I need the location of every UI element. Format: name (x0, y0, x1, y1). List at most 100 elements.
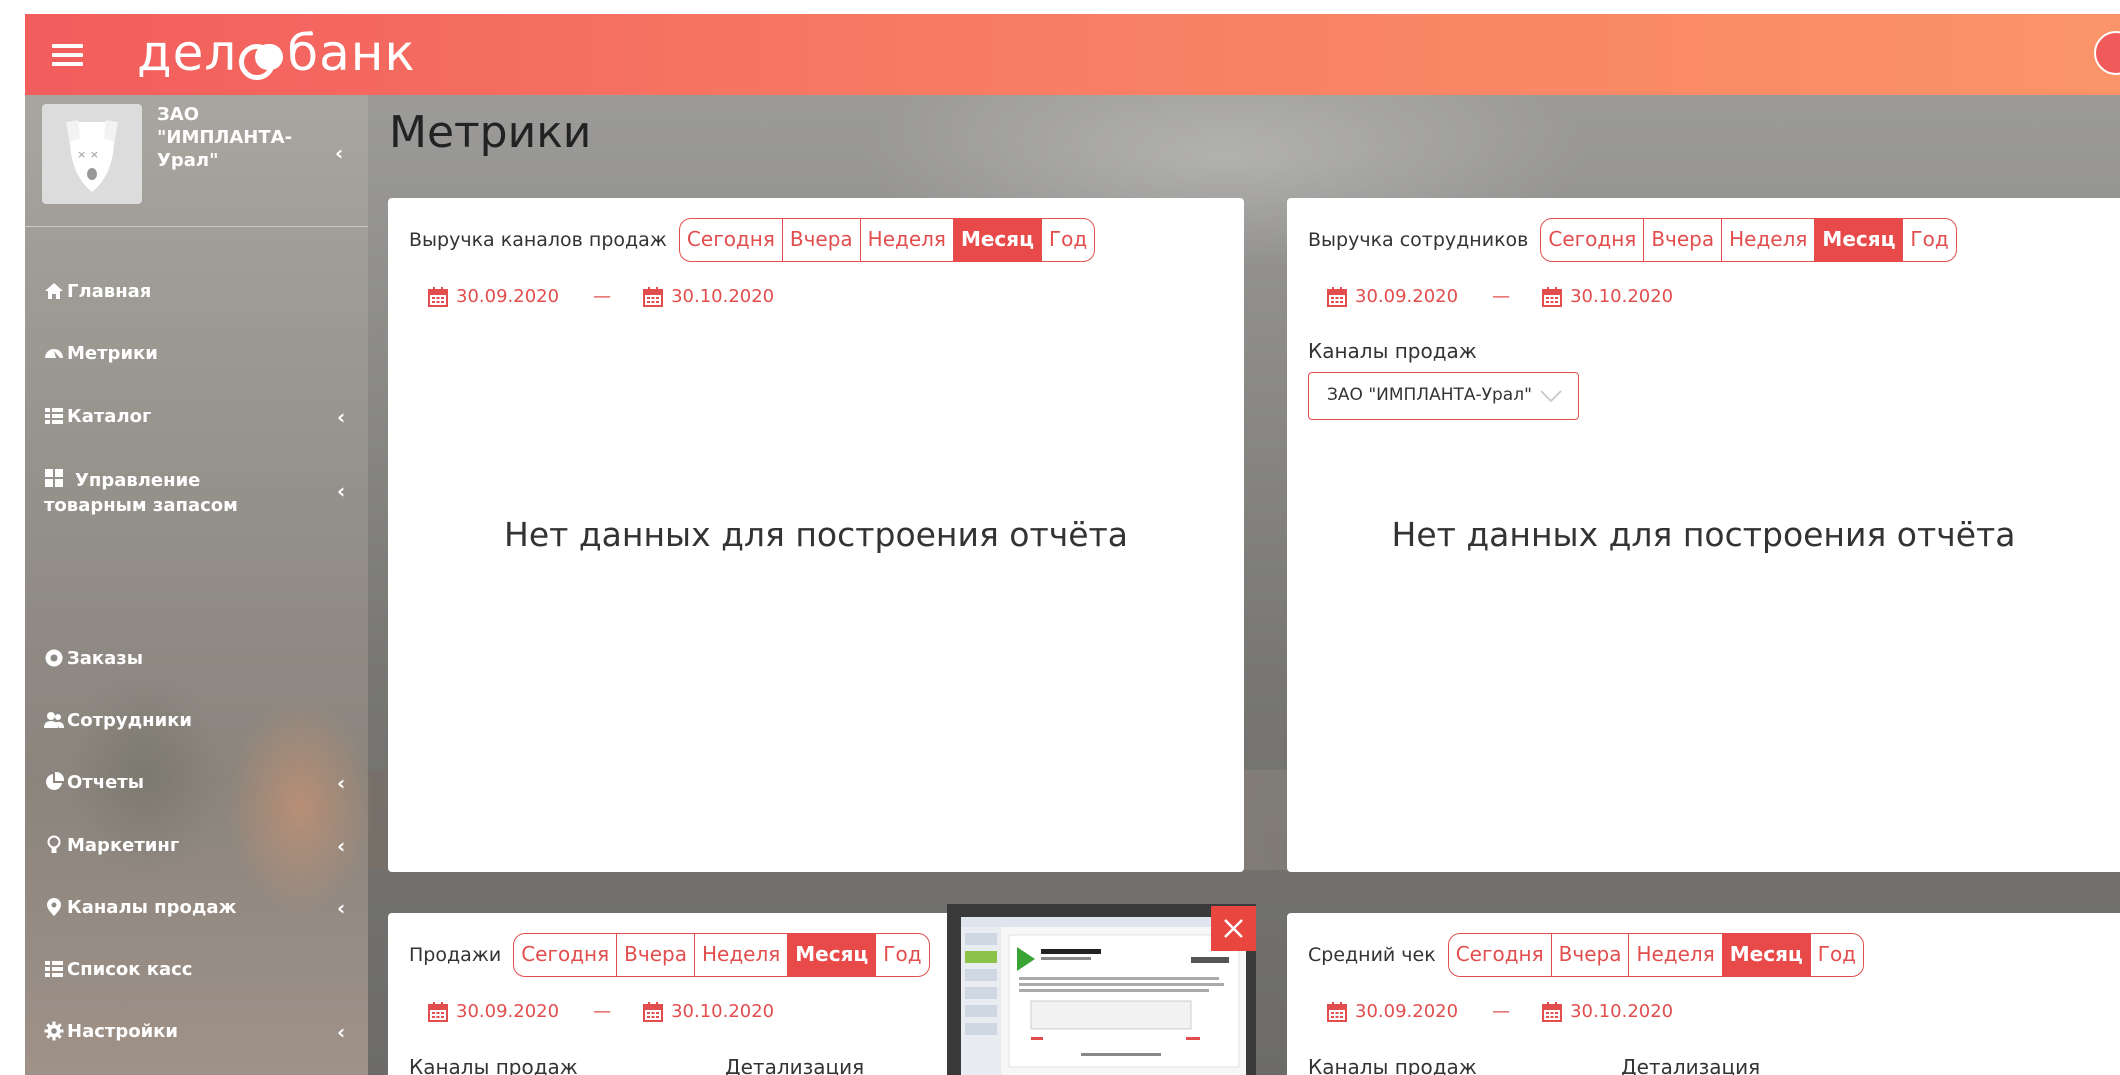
date-to[interactable]: 30.10.2020 (671, 1001, 774, 1022)
chevron-left-icon: ‹ (337, 405, 346, 429)
chevron-left-icon: ‹ (337, 1020, 346, 1044)
period-yesterday-button[interactable]: Вчера (1643, 219, 1721, 261)
calendar-icon[interactable] (428, 1001, 448, 1022)
pie-chart-icon (46, 772, 64, 790)
period-today-button[interactable]: Сегодня (1541, 219, 1643, 261)
close-icon (1224, 919, 1243, 938)
video-thumbnail[interactable] (947, 904, 1256, 1075)
logo-toggle-mark (239, 44, 285, 80)
lightbulb-icon (47, 835, 61, 853)
period-month-button[interactable]: Месяц (1721, 934, 1810, 976)
period-month-button[interactable]: Месяц (787, 934, 876, 976)
card-avg-check: Средний чек Сегодня Вчера Неделя Месяц Г… (1287, 913, 2120, 1075)
close-button[interactable] (1211, 906, 1256, 951)
card-title: Средний чек (1308, 944, 1436, 966)
gear-icon (44, 1021, 64, 1041)
date-separator: — (593, 286, 612, 307)
calendar-icon[interactable] (1327, 286, 1347, 307)
list-icon (45, 961, 63, 977)
top-bar: дел банк (25, 14, 2120, 95)
thumbnail-preview-image (961, 917, 1246, 1075)
logo-suffix: банк (287, 24, 416, 82)
period-year-button[interactable]: Год (1809, 934, 1863, 976)
avatar[interactable]: × × (42, 104, 142, 204)
card-channels-revenue: Выручка каналов продаж Сегодня Вчера Нед… (388, 198, 1244, 872)
date-to[interactable]: 30.10.2020 (1570, 1001, 1673, 1022)
logo-prefix: дел (137, 24, 238, 82)
period-week-button[interactable]: Неделя (859, 219, 953, 261)
sidebar-item-label: Заказы (67, 648, 144, 669)
card-header: Средний чек Сегодня Вчера Неделя Месяц Г… (1308, 933, 1865, 977)
period-yesterday-button[interactable]: Вчера (781, 219, 860, 261)
period-year-button[interactable]: Год (875, 934, 928, 976)
chevron-left-icon: ‹ (337, 771, 346, 795)
chevron-left-icon: ‹ (337, 834, 346, 858)
calendar-icon[interactable] (643, 1001, 664, 1022)
chevron-left-icon: ‹ (337, 479, 346, 503)
sidebar-item-label: Настройки (67, 1021, 179, 1042)
sidebar-item-label: Управление товарным запасом (44, 470, 238, 516)
no-data-message: Нет данных для построения отчёта (504, 515, 1128, 554)
sidebar-item-label: Список касс (67, 959, 193, 980)
period-week-button[interactable]: Неделя (693, 934, 787, 976)
sidebar: × × ЗАО "ИМПЛАНТА-Урал" ‹ Главная Метрик… (25, 95, 375, 1075)
date-to[interactable]: 30.10.2020 (1570, 286, 1673, 307)
map-marker-icon (47, 898, 61, 916)
date-from[interactable]: 30.09.2020 (456, 1001, 559, 1022)
period-today-button[interactable]: Сегодня (680, 219, 782, 261)
date-from[interactable]: 30.09.2020 (456, 286, 559, 307)
period-today-button[interactable]: Сегодня (514, 934, 616, 976)
period-month-button[interactable]: Месяц (1814, 219, 1903, 261)
card-title: Выручка сотрудников (1308, 229, 1529, 251)
date-range: 30.09.2020 — 30.10.2020 (428, 1001, 774, 1022)
date-separator: — (1492, 1001, 1511, 1022)
calendar-icon[interactable] (428, 286, 448, 307)
date-range: 30.09.2020 — 30.10.2020 (428, 286, 774, 307)
period-year-button[interactable]: Год (1040, 219, 1094, 261)
date-separator: — (1492, 286, 1511, 307)
card-header: Выручка сотрудников Сегодня Вчера Неделя… (1308, 218, 1957, 262)
card-title: Выручка каналов продаж (409, 229, 667, 251)
menu-icon[interactable] (52, 41, 83, 68)
channels-label: Каналы продаж (1308, 339, 1477, 363)
page-title: Метрики (389, 107, 592, 158)
period-selector: Сегодня Вчера Неделя Месяц Год (513, 933, 930, 977)
card-header: Выручка каналов продаж Сегодня Вчера Нед… (409, 218, 1096, 262)
no-data-message: Нет данных для построения отчёта (1391, 515, 2016, 554)
date-range: 30.09.2020 — 30.10.2020 (1327, 1001, 1673, 1022)
period-yesterday-button[interactable]: Вчера (616, 934, 694, 976)
sidebar-item-label: Сотрудники (67, 710, 193, 731)
sidebar-item-label: Маркетинг (67, 835, 180, 856)
calendar-icon[interactable] (643, 286, 664, 307)
card-staff-revenue: Выручка сотрудников Сегодня Вчера Неделя… (1287, 198, 2120, 872)
chevron-left-icon[interactable]: ‹ (335, 141, 343, 165)
date-from[interactable]: 30.09.2020 (1355, 1001, 1458, 1022)
list-icon (45, 408, 63, 424)
calendar-icon[interactable] (1542, 1001, 1563, 1022)
date-from[interactable]: 30.09.2020 (1355, 286, 1458, 307)
calendar-icon[interactable] (1327, 1001, 1347, 1022)
company-name: ЗАО "ИМПЛАНТА-Урал" (157, 104, 293, 171)
chevron-down-icon (1540, 390, 1562, 403)
period-year-button[interactable]: Год (1902, 219, 1955, 261)
card-header: Продажи Сегодня Вчера Неделя Месяц Год (409, 933, 930, 977)
user-avatar-button[interactable] (2094, 31, 2120, 75)
period-yesterday-button[interactable]: Вчера (1550, 934, 1629, 976)
sidebar-item-label: Метрики (67, 343, 158, 364)
sidebar-item-label: Каталог (67, 406, 152, 427)
period-week-button[interactable]: Неделя (1721, 219, 1814, 261)
period-month-button[interactable]: Месяц (952, 219, 1041, 261)
card-title: Продажи (409, 944, 502, 966)
channels-select-value: ЗАО "ИМПЛАНТА-Урал" (1327, 385, 1532, 405)
logo[interactable]: дел банк (137, 20, 416, 86)
date-to[interactable]: 30.10.2020 (671, 286, 774, 307)
period-week-button[interactable]: Неделя (1628, 934, 1721, 976)
channels-label: Каналы продаж (409, 1055, 578, 1075)
date-separator: — (593, 1001, 612, 1022)
channels-select[interactable]: ЗАО "ИМПЛАНТА-Урал" (1308, 372, 1579, 420)
period-selector: Сегодня Вчера Неделя Месяц Год (678, 218, 1096, 262)
users-icon (44, 712, 64, 728)
period-today-button[interactable]: Сегодня (1449, 934, 1551, 976)
dashboard-icon (45, 349, 63, 358)
calendar-icon[interactable] (1542, 286, 1563, 307)
